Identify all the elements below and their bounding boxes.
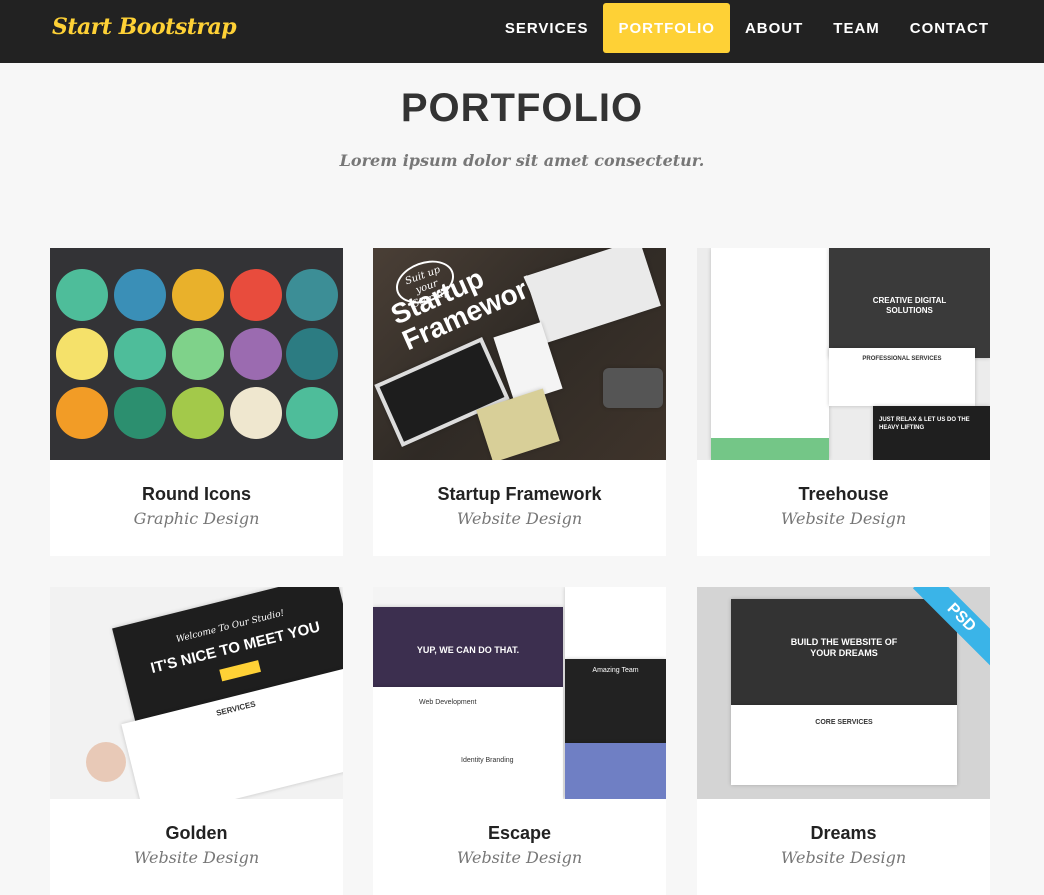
dreams-hero-text: BUILD THE WEBSITE OF YOUR DREAMS [790,637,898,658]
portfolio-caption: Treehouse Website Design [697,460,990,556]
portfolio-thumbnail[interactable] [50,248,343,460]
binoculars-icon [172,269,224,321]
portfolio-title: Startup Framework [437,484,602,504]
plug-icon [172,387,224,439]
escape-team-text: Amazing Team [592,667,639,674]
escape-dev-text: Web Development [419,699,477,706]
treehouse-mockup-hero: CREATIVE DIGITAL SOLUTIONS [829,248,990,358]
portfolio-item-startup-framework[interactable]: Suit up your Startup Startup Framework S… [373,248,666,556]
treehouse-mockup-services: PROFESSIONAL SERVICES [829,348,975,406]
tablet-icon [230,269,282,321]
portfolio-thumbnail[interactable]: BUILD THE WEBSITE OF YOUR DREAMS CORE SE… [697,587,990,799]
escape-mockup-contact [565,743,666,799]
plant-icon [230,387,282,439]
treehouse-services-text: PROFESSIONAL SERVICES [862,356,942,362]
portfolio-caption: Escape Website Design [373,799,666,895]
treehouse-relax-text: JUST RELAX & LET US DO THE HEAVY LIFTING [879,417,970,431]
bowling-icon [286,328,338,380]
dreams-mockup-services: CORE SERVICES [731,705,957,785]
portfolio-title: Treehouse [798,484,889,504]
navbar: Start Bootstrap SERVICES PORTFOLIO ABOUT… [0,0,1044,63]
dreams-mockup-hero: BUILD THE WEBSITE OF YOUR DREAMS [731,599,957,705]
portfolio-item-treehouse[interactable]: CREATIVE DIGITAL SOLUTIONS PROFESSIONAL … [697,248,990,556]
portfolio-category: Website Design [133,848,260,867]
escape-mockup-hero: YUP, WE CAN DO THAT. [373,607,563,687]
treehouse-hero-text: CREATIVE DIGITAL SOLUTIONS [872,296,947,315]
portfolio-category: Website Design [780,848,907,867]
avatar [86,742,126,782]
coins-icon [230,328,282,380]
gamepad-icon [114,328,166,380]
dreams-core-text: CORE SERVICES [815,719,873,726]
luggage-icon [56,328,108,380]
nav-item-services[interactable]: SERVICES [490,3,604,53]
nav-item-about[interactable]: ABOUT [730,3,818,53]
avatar-icon [114,269,166,321]
section-heading: PORTFOLIO [400,86,644,130]
escape-mockup-content: Web Development Identity Branding [373,687,563,799]
escape-mockup-testimonials [565,587,666,659]
treehouse-mockup-left [711,248,829,460]
golden-cta-icon [219,660,261,682]
portfolio-title: Dreams [810,823,877,843]
portfolio-category: Graphic Design [133,509,260,528]
nav-menu: SERVICES PORTFOLIO ABOUT TEAM CONTACT [490,3,1004,53]
camera-mockup [603,368,663,408]
escape-mockup-team: Amazing Team [565,659,666,743]
escape-hero-text: YUP, WE CAN DO THAT. [416,645,520,655]
portfolio-category: Website Design [456,848,583,867]
pencils-icon [114,387,166,439]
portfolio-caption: Round Icons Graphic Design [50,460,343,556]
section-subheading: Lorem ipsum dolor sit amet consectetur. [339,151,705,170]
portfolio-thumbnail[interactable]: YUP, WE CAN DO THAT. Web Development Ide… [373,587,666,799]
brand-logo[interactable]: Start Bootstrap [52,14,237,40]
portfolio-thumbnail[interactable]: CREATIVE DIGITAL SOLUTIONS PROFESSIONAL … [697,248,990,460]
nav-item-portfolio[interactable]: PORTFOLIO [603,3,730,53]
book-icon [286,387,338,439]
portfolio-title: Round Icons [142,484,251,504]
portfolio-category: Website Design [780,509,907,528]
portfolio-title: Golden [165,823,228,843]
portfolio-category: Website Design [456,509,583,528]
portfolio-caption: Dreams Website Design [697,799,990,895]
portfolio-item-golden[interactable]: Welcome To Our Studio! IT'S NICE TO MEET… [50,587,343,895]
nav-item-team[interactable]: TEAM [818,3,895,53]
portfolio-item-escape[interactable]: YUP, WE CAN DO THAT. Web Development Ide… [373,587,666,895]
nav-item-contact[interactable]: CONTACT [895,3,1004,53]
portfolio-thumbnail[interactable]: Suit up your Startup Startup Framework [373,248,666,460]
escape-branding-text: Identity Branding [461,757,514,764]
portfolio-thumbnail[interactable]: Welcome To Our Studio! IT'S NICE TO MEET… [50,587,343,799]
portfolio-title: Escape [487,823,552,843]
bomb-icon [56,269,108,321]
portfolio-caption: Startup Framework Website Design [373,460,666,556]
portfolio-item-dreams[interactable]: BUILD THE WEBSITE OF YOUR DREAMS CORE SE… [697,587,990,895]
tablet-mockup [525,248,661,343]
microscope-icon [286,269,338,321]
portfolio-item-round-icons[interactable]: Round Icons Graphic Design [50,248,343,556]
donut-icon [56,387,108,439]
portfolio-caption: Golden Website Design [50,799,343,895]
treehouse-mockup-relax: JUST RELAX & LET US DO THE HEAVY LIFTING [873,406,990,460]
goal-icon [172,328,224,380]
